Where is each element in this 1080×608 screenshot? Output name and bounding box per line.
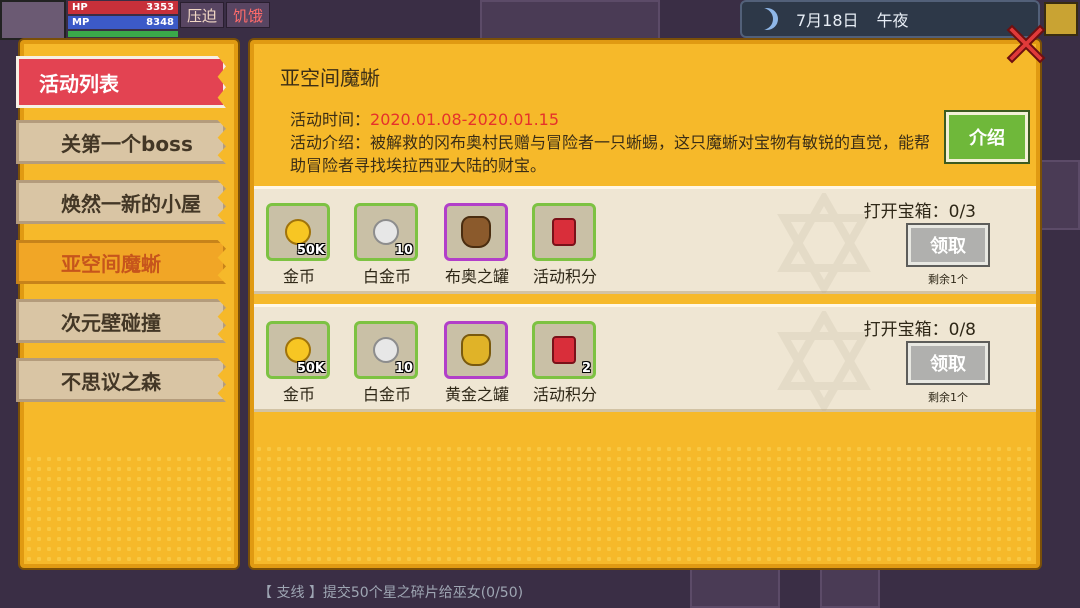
mp-value: 8348 — [146, 17, 174, 28]
reward-row: 50K 金币 10 白金币 黄金之罐 2 活动积分 打开宝箱：0/8 领取 剩余… — [254, 304, 1036, 412]
reward-slot: 10 — [354, 203, 418, 261]
time-of-day-text: 午夜 — [876, 11, 909, 30]
reward-name: 白金币 — [362, 267, 411, 286]
status-hunger: 饥饿 — [226, 2, 271, 28]
reward-name: 活动积分 — [532, 267, 597, 286]
activity-time: 活动时间：2020.01.08-2020.01.15 — [290, 108, 940, 131]
reward-item[interactable]: 2 活动积分 — [532, 321, 598, 404]
reward-name: 金币 — [282, 267, 315, 286]
activity-list-panel: 活动列表 关第一个boss 焕然一新的小屋 亚空间魔蜥 次元壁碰撞 不思议之森 — [16, 40, 238, 568]
mp-bar: MP 8348 — [68, 16, 178, 29]
hp-bar: HP 3353 — [68, 1, 178, 14]
menu-button[interactable] — [1044, 2, 1078, 36]
moon-icon — [756, 8, 778, 30]
activity-item-boss[interactable]: 关第一个boss — [16, 120, 226, 164]
gold-jar-icon — [461, 334, 491, 366]
reward-item[interactable]: 活动积分 — [532, 203, 598, 286]
background-tile — [1040, 160, 1080, 230]
sp-bar — [68, 31, 178, 37]
reward-count: 10 — [394, 361, 413, 376]
background-tile — [480, 0, 660, 40]
time-display: 7月18日 午夜 — [740, 0, 1040, 38]
claim-button[interactable]: 领取 — [908, 343, 988, 383]
activity-item-subspace-lizard[interactable]: 亚空间魔蜥 — [16, 240, 226, 284]
claim-button[interactable]: 领取 — [908, 225, 988, 265]
hp-label: HP — [72, 2, 88, 13]
activity-item-dimension-collision[interactable]: 次元壁碰撞 — [16, 299, 226, 343]
event-points-icon — [552, 336, 576, 364]
box-open-progress: 打开宝箱：0/3 — [863, 202, 976, 222]
reward-item[interactable]: 10 白金币 — [354, 321, 420, 404]
bronze-jar-icon — [461, 216, 491, 248]
stat-bars: HP 3353 MP 8348 — [68, 1, 178, 39]
gold-coin-icon — [285, 337, 311, 363]
reward-item[interactable]: 10 白金币 — [354, 203, 420, 286]
reward-slot — [444, 203, 508, 261]
reward-name: 布奥之罐 — [444, 267, 509, 286]
panel-pattern — [24, 454, 234, 564]
background-tile — [820, 568, 880, 608]
status-oppression: 压迫 — [180, 2, 225, 28]
reward-name: 活动积分 — [532, 385, 597, 404]
reward-count: 50K — [296, 361, 325, 376]
panel-pattern — [254, 444, 1036, 564]
remaining-count: 剩余1个 — [928, 273, 968, 286]
reward-count: 10 — [394, 243, 413, 258]
reward-count: 2 — [581, 361, 591, 376]
reward-slot — [532, 203, 596, 261]
player-avatar[interactable] — [0, 0, 66, 40]
reward-slot — [444, 321, 508, 379]
reward-slot: 50K — [266, 321, 330, 379]
activity-description: 活动介绍：被解救的冈布奥村民赠与冒险者一只蜥蜴，这只魔蜥对宝物有敏锐的直觉，能帮… — [290, 133, 931, 175]
activity-item-new-hut[interactable]: 焕然一新的小屋 — [16, 180, 226, 224]
close-icon[interactable] — [1004, 22, 1048, 66]
reward-row: 50K 金币 10 白金币 布奥之罐 活动积分 打开宝箱：0/3 领取 剩余1个 — [254, 186, 1036, 294]
reward-slot: 2 — [532, 321, 596, 379]
reward-name: 黄金之罐 — [444, 385, 509, 404]
reward-item[interactable]: 50K 金币 — [266, 203, 332, 286]
activity-list-header: 活动列表 — [16, 56, 226, 108]
mp-label: MP — [72, 17, 90, 28]
time-label: 活动时间： — [290, 110, 371, 129]
gold-coin-icon — [285, 219, 311, 245]
quest-tracker[interactable]: 【 支线 】提交50个星之碎片给巫女(0/50) — [258, 582, 523, 602]
hp-value: 3353 — [146, 2, 174, 13]
reward-slot: 50K — [266, 203, 330, 261]
reward-count: 50K — [296, 243, 325, 258]
date-text: 7月18日 — [796, 11, 859, 30]
activity-info: 活动时间：2020.01.08-2020.01.15 活动介绍：被解救的冈布奥村… — [290, 108, 940, 177]
activity-item-wonder-forest[interactable]: 不思议之森 — [16, 358, 226, 402]
platinum-coin-icon — [373, 337, 399, 363]
reward-slot: 10 — [354, 321, 418, 379]
platinum-coin-icon — [373, 219, 399, 245]
time-value: 2020.01.08-2020.01.15 — [370, 110, 560, 129]
activity-detail-panel: 亚空间魔蜥 活动时间：2020.01.08-2020.01.15 活动介绍：被解… — [250, 40, 1040, 568]
activity-title: 亚空间魔蜥 — [280, 66, 380, 90]
reward-name: 白金币 — [362, 385, 411, 404]
remaining-count: 剩余1个 — [928, 391, 968, 404]
reward-item[interactable]: 黄金之罐 — [444, 321, 510, 404]
box-open-progress: 打开宝箱：0/8 — [863, 320, 976, 340]
background-tile — [690, 568, 780, 608]
reward-name: 金币 — [282, 385, 315, 404]
event-points-icon — [552, 218, 576, 246]
reward-item[interactable]: 50K 金币 — [266, 321, 332, 404]
intro-button[interactable]: 介绍 — [946, 112, 1028, 162]
reward-item[interactable]: 布奥之罐 — [444, 203, 510, 286]
